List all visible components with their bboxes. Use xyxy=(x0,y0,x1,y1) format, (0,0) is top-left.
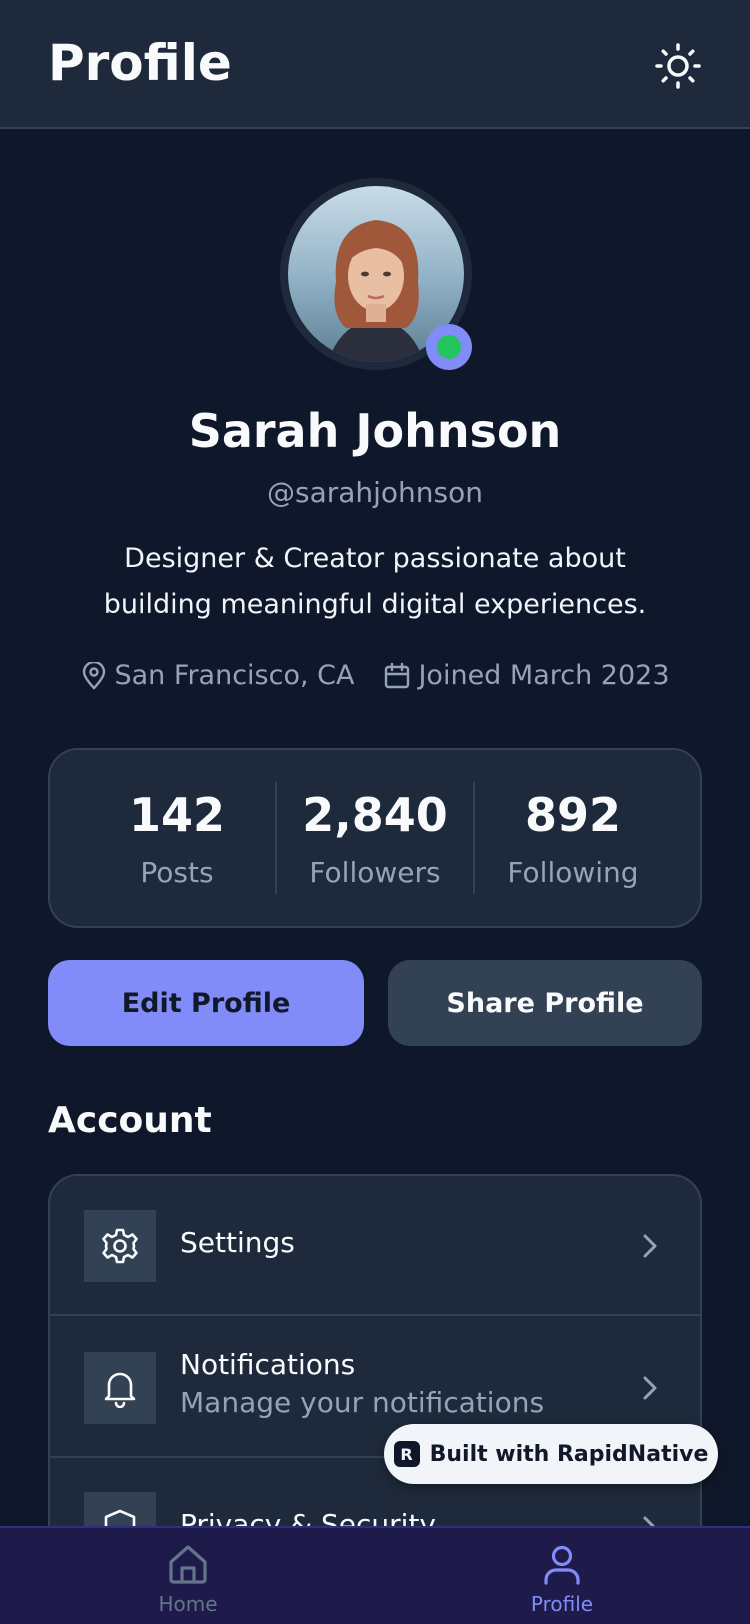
joined-text: Joined March 2023 xyxy=(418,660,670,691)
badge-text: Built with RapidNative xyxy=(429,1441,709,1467)
profile-handle: @sarahjohnson xyxy=(266,476,484,509)
stats-card: 142 Posts 2,840 Followers 892 Following xyxy=(48,748,702,928)
location-info: San Francisco, CA xyxy=(81,660,355,691)
map-pin-icon xyxy=(82,661,105,690)
stat-value: 142 xyxy=(128,787,226,842)
joined-info: Joined March 2023 xyxy=(384,660,670,691)
stat-label: Following xyxy=(507,855,639,889)
page-title: Profile xyxy=(48,34,232,92)
profile-name: Sarah Johnson xyxy=(188,404,562,458)
online-status-indicator xyxy=(426,324,472,370)
tab-label: Profile xyxy=(530,1592,594,1616)
profile-meta: San Francisco, CA Joined March 2023 xyxy=(0,660,750,691)
stat-value: 892 xyxy=(524,787,622,842)
stat-following[interactable]: 892 Following xyxy=(475,788,671,889)
rapidnative-logo: R xyxy=(393,1441,420,1467)
built-with-badge[interactable]: R Built with RapidNative xyxy=(384,1424,718,1484)
row-icon-box xyxy=(84,1210,156,1282)
stat-label: Followers xyxy=(309,855,441,889)
tab-profile[interactable]: Profile xyxy=(482,1542,642,1624)
row-label: Settings xyxy=(180,1226,295,1259)
bell-icon xyxy=(104,1372,136,1408)
bottom-tab-bar: Home Profile xyxy=(0,1526,750,1624)
row-label: Notifications xyxy=(180,1348,356,1381)
stat-posts[interactable]: 142 Posts xyxy=(79,788,275,889)
tab-label: Home xyxy=(158,1592,218,1616)
chevron-right-icon xyxy=(643,1234,657,1258)
gear-icon xyxy=(102,1228,138,1264)
stat-label: Posts xyxy=(140,855,214,889)
location-text: San Francisco, CA xyxy=(114,660,355,691)
row-icon-box xyxy=(84,1352,156,1424)
tab-home[interactable]: Home xyxy=(108,1542,268,1624)
profile-bio: Designer & Creator passionate about buil… xyxy=(103,543,647,620)
stat-value: 2,840 xyxy=(302,787,448,842)
sun-icon xyxy=(655,43,701,89)
settings-row[interactable]: Settings xyxy=(50,1176,700,1316)
theme-toggle-button[interactable] xyxy=(650,38,706,94)
header: Profile xyxy=(0,0,750,129)
user-icon xyxy=(544,1545,580,1585)
stat-followers[interactable]: 2,840 Followers xyxy=(277,788,473,889)
chevron-right-icon xyxy=(643,1376,657,1400)
home-icon xyxy=(169,1545,207,1584)
row-subtitle: Manage your notifications xyxy=(180,1386,545,1419)
calendar-icon xyxy=(385,662,410,688)
share-profile-button[interactable]: Share Profile xyxy=(388,960,702,1046)
account-section-title: Account xyxy=(48,1100,212,1141)
edit-profile-button[interactable]: Edit Profile xyxy=(48,960,364,1046)
